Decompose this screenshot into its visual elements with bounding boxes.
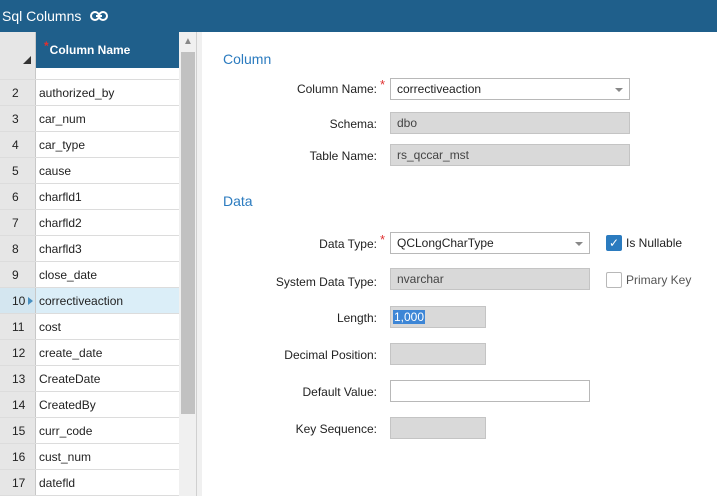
checkmark-icon[interactable]: ✓ [606, 235, 622, 251]
default-value-input[interactable] [390, 380, 590, 402]
table-row-partial[interactable] [0, 68, 179, 80]
current-row-arrow-icon [28, 297, 33, 305]
scroll-up-icon[interactable]: ▲ [179, 32, 196, 50]
row-number: 7 [0, 210, 36, 235]
title-bar: Sql Columns [0, 0, 717, 32]
length-label: Length: [336, 311, 377, 325]
decimal-position-label: Decimal Position: [284, 348, 377, 362]
row-number: 9 [0, 262, 36, 287]
table-row[interactable]: 5 cause [0, 158, 179, 184]
length-field[interactable]: 1,000 [390, 306, 486, 328]
column-name-cell[interactable]: cause [36, 158, 179, 183]
primary-key-checkbox[interactable]: Primary Key [606, 272, 691, 288]
system-data-type-field: nvarchar [390, 268, 590, 290]
row-number: 12 [0, 340, 36, 365]
window-title: Sql Columns [2, 8, 82, 24]
columns-grid: * Column Name 2 authorized_by 3 car_num 4 car… [0, 32, 197, 496]
row-number: 2 [0, 80, 36, 105]
column-name-cell[interactable]: close_date [36, 262, 179, 287]
required-marker-icon: * [379, 77, 385, 92]
table-row[interactable]: 10 correctiveaction [0, 288, 179, 314]
column-name-cell[interactable]: cost [36, 314, 179, 339]
row-number: 15 [0, 418, 36, 443]
row-number: 14 [0, 392, 36, 417]
scrollbar-thumb[interactable] [181, 52, 195, 414]
table-row[interactable]: 6 charfld1 [0, 184, 179, 210]
data-section-title: Data [223, 193, 253, 209]
key-sequence-field [390, 417, 486, 439]
chevron-down-icon [575, 242, 583, 246]
grid-header: * Column Name [0, 32, 179, 68]
column-name-cell[interactable]: authorized_by [36, 80, 179, 105]
column-name-label: Column Name: * [296, 77, 385, 96]
table-row[interactable]: 17 datefld [0, 470, 179, 496]
data-type-select[interactable]: QCLongCharType [390, 232, 590, 254]
schema-field: dbo [390, 112, 630, 134]
grid-rows: 2 authorized_by 3 car_num 4 car_type 5 cause 6 ch… [0, 68, 179, 496]
is-nullable-checkbox[interactable]: ✓ Is Nullable [606, 235, 682, 251]
row-number: 3 [0, 106, 36, 131]
table-row[interactable]: 15 curr_code [0, 418, 179, 444]
system-data-type-label: System Data Type: [275, 275, 377, 289]
row-number: 8 [0, 236, 36, 261]
row-number: 17 [0, 470, 36, 495]
checkbox-empty-icon[interactable] [606, 272, 622, 288]
table-row[interactable]: 14 CreatedBy [0, 392, 179, 418]
chevron-down-icon [615, 88, 623, 92]
table-row[interactable]: 16 cust_num [0, 444, 179, 470]
column-name-cell[interactable]: datefld [36, 470, 179, 495]
column-name-cell[interactable]: charfld2 [36, 210, 179, 235]
column-name-cell[interactable]: cust_num [36, 444, 179, 469]
column-name-cell[interactable]: CreateDate [36, 366, 179, 391]
table-row[interactable]: 11 cost [0, 314, 179, 340]
table-row[interactable]: 7 charfld2 [0, 210, 179, 236]
column-name-cell[interactable]: car_num [36, 106, 179, 131]
row-number: 6 [0, 184, 36, 209]
table-name-label: Table Name: [309, 149, 377, 163]
row-number: 4 [0, 132, 36, 157]
decimal-position-field [390, 343, 486, 365]
data-type-label: Data Type: * [319, 232, 385, 251]
table-row[interactable]: 4 car_type [0, 132, 179, 158]
required-marker-icon: * [379, 232, 385, 247]
column-name-cell[interactable]: charfld1 [36, 184, 179, 209]
schema-label: Schema: [329, 117, 377, 131]
column-name-cell[interactable]: curr_code [36, 418, 179, 443]
link-icon[interactable] [90, 9, 109, 23]
column-name-select[interactable]: correctiveaction [390, 78, 630, 100]
default-value-label: Default Value: [302, 385, 378, 399]
select-all-corner[interactable] [0, 32, 36, 68]
key-sequence-label: Key Sequence: [295, 422, 377, 436]
row-number: 5 [0, 158, 36, 183]
column-name-cell[interactable]: create_date [36, 340, 179, 365]
grid-scrollbar[interactable]: ▲ [179, 32, 196, 496]
column-name-cell[interactable]: charfld3 [36, 236, 179, 261]
column-section-title: Column [223, 51, 272, 67]
column-name-header[interactable]: * Column Name [36, 32, 179, 68]
row-number: 11 [0, 314, 36, 339]
row-number: 10 [0, 288, 36, 313]
table-row[interactable]: 8 charfld3 [0, 236, 179, 262]
row-number: 16 [0, 444, 36, 469]
row-number: 13 [0, 366, 36, 391]
column-detail-form: Column Column Name: * correctiveaction Sc… [202, 32, 717, 496]
table-row[interactable]: 12 create_date [0, 340, 179, 366]
table-row[interactable]: 9 close_date [0, 262, 179, 288]
table-row[interactable]: 2 authorized_by [0, 80, 179, 106]
table-name-field: rs_qccar_mst [390, 144, 630, 166]
table-row[interactable]: 3 car_num [0, 106, 179, 132]
column-name-cell[interactable]: car_type [36, 132, 179, 157]
table-row[interactable]: 13 CreateDate [0, 366, 179, 392]
column-name-cell[interactable]: CreatedBy [36, 392, 179, 417]
required-marker-icon: * [44, 39, 49, 53]
column-name-cell[interactable]: correctiveaction [36, 288, 179, 313]
